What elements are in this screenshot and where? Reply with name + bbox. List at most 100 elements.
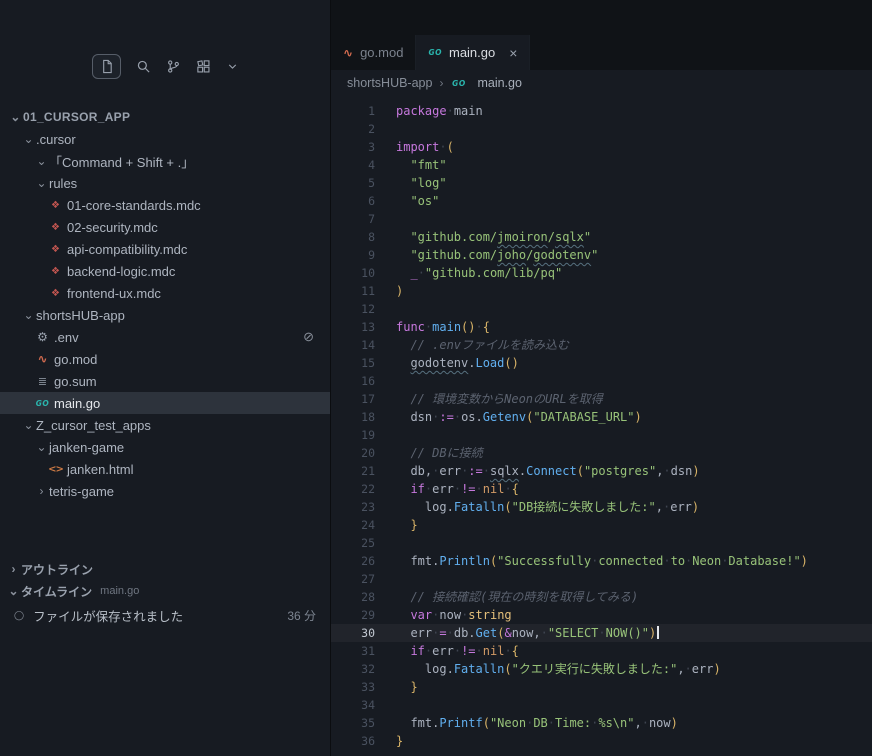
line-number: 36 <box>361 734 375 748</box>
code-line[interactable]: 6 "os" <box>331 192 872 210</box>
close-icon[interactable]: × <box>509 46 517 60</box>
code-line[interactable]: 21 db,·err·:=·sqlx.Connect("postgres",·d… <box>331 462 872 480</box>
code-line[interactable]: 4 "fmt" <box>331 156 872 174</box>
tree-item-main-go[interactable]: GO main.go <box>0 392 330 414</box>
breadcrumb-file[interactable]: main.go <box>477 76 521 90</box>
code-line[interactable]: 18 dsn·:=·os.Getenv("DATABASE_URL") <box>331 408 872 426</box>
code-line[interactable]: 29 var·now·string <box>331 606 872 624</box>
tree-item-01-core-standards-mdc[interactable]: ❖ 01-core-standards.mdc <box>0 194 330 216</box>
chevron-down-icon[interactable]: ⌄ <box>8 111 23 123</box>
line-number: 25 <box>361 536 375 550</box>
code-line[interactable]: 12 <box>331 300 872 318</box>
code-line[interactable]: 36} <box>331 732 872 750</box>
tree-item-shortshub-app[interactable]: ⌄ shortsHUB-app <box>0 304 330 326</box>
code-token: · <box>482 464 490 478</box>
tree-item-tetris-game[interactable]: › tetris-game <box>0 480 330 502</box>
code-line[interactable]: 34 <box>331 696 872 714</box>
code-line[interactable]: 28 // 接続確認(現在の時刻を取得してみる) <box>331 588 872 606</box>
tree-item-env[interactable]: ⚙ .env ⊘ <box>0 326 330 348</box>
code-line[interactable]: 33 } <box>331 678 872 696</box>
chevron-right-icon[interactable]: › <box>34 485 49 497</box>
tree-item-cursor[interactable]: ⌄ .cursor <box>0 128 330 150</box>
code-token: ) <box>670 716 678 730</box>
tree-item-janken-game[interactable]: ⌄ janken-game <box>0 436 330 458</box>
code-line[interactable]: 27 <box>331 570 872 588</box>
tab-main-go[interactable]: GO main.go × <box>416 35 531 70</box>
tree-item-rules[interactable]: ⌄ rules <box>0 172 330 194</box>
line-number: 5 <box>368 176 375 190</box>
code-token: NOW()" <box>605 626 649 640</box>
code-line[interactable]: 10 _·"github.com/lib/pq" <box>331 264 872 282</box>
code-line[interactable]: 22 if·err·!=·nil·{ <box>331 480 872 498</box>
code-token: "github.com/ <box>410 248 498 262</box>
code-line[interactable]: 32 log.Fatalln("クエリ実行に失敗しました:",·err) <box>331 660 872 678</box>
timeline-item[interactable]: ◯ ファイルが保存されました 36 分 <box>0 602 330 628</box>
code-line[interactable]: 3 import·( <box>331 138 872 156</box>
timeline-context: main.go <box>100 585 140 597</box>
source-control-icon[interactable] <box>166 59 181 74</box>
chevron-down-icon[interactable]: ⌄ <box>21 309 36 321</box>
outline-section-header[interactable]: › アウトライン <box>0 558 330 580</box>
tree-item-z-cursor-test-apps[interactable]: ⌄ Z_cursor_test_apps <box>0 414 330 436</box>
extensions-icon[interactable] <box>196 59 211 74</box>
chevron-down-icon[interactable]: ⌄ <box>21 133 36 145</box>
line-number: 19 <box>361 428 375 442</box>
code-line[interactable]: 20 // DBに接続 <box>331 444 872 462</box>
code-line[interactable]: 26 fmt.Println("Successfully·connected·t… <box>331 552 872 570</box>
code-line[interactable]: 1 package·main <box>331 102 872 120</box>
code-token: " <box>583 230 592 244</box>
breadcrumb[interactable]: shortsHUB-app › GO main.go <box>331 70 872 96</box>
tree-item-backend-logic-mdc[interactable]: ❖ backend-logic.mdc <box>0 260 330 282</box>
code-line[interactable]: 2 <box>331 120 872 138</box>
chevron-down-icon[interactable]: ⌄ <box>34 441 49 453</box>
chevron-down-icon[interactable] <box>226 60 239 73</box>
code-line[interactable]: 7 <box>331 210 872 228</box>
code-line[interactable]: 25 <box>331 534 872 552</box>
chevron-down-icon[interactable]: ⌄ <box>34 177 49 189</box>
code-line[interactable]: 16 <box>331 372 872 390</box>
line-number: 7 <box>368 212 375 226</box>
line-number: 23 <box>361 500 375 514</box>
explorer-icon[interactable] <box>91 53 121 79</box>
code-token: db. <box>453 626 476 640</box>
chevron-down-icon[interactable]: ⌄ <box>34 155 49 167</box>
code-line[interactable]: 17 // 環境変数からNeonのURLを取得 <box>331 390 872 408</box>
line-number: 27 <box>361 572 375 586</box>
breadcrumb-project[interactable]: shortsHUB-app <box>347 76 432 90</box>
code-token: Get <box>475 626 498 640</box>
code-line[interactable]: 19 <box>331 426 872 444</box>
timeline-section-header[interactable]: ⌄ タイムライン main.go <box>0 580 330 602</box>
tree-item-go-mod[interactable]: ∿ go.mod <box>0 348 330 370</box>
code-line[interactable]: 23 log.Fatalln("DB接続に失敗しました:",·err) <box>331 498 872 516</box>
code-line[interactable]: 14 // .envファイルを読み込む <box>331 336 872 354</box>
code-token: · <box>663 554 671 568</box>
search-icon[interactable] <box>136 59 151 74</box>
code-token: "Successfully <box>497 554 592 568</box>
tree-item-go-sum[interactable]: ≣ go.sum <box>0 370 330 392</box>
code-line[interactable]: 11) <box>331 282 872 300</box>
code-token: Neon <box>692 554 722 568</box>
mdc-icon: ❖ <box>51 287 60 299</box>
code-line[interactable]: 8 "github.com/jmoiron/sqlx" <box>331 228 872 246</box>
code-token: · <box>475 320 483 334</box>
tree-item-api-compatibility-mdc[interactable]: ❖ api-compatibility.mdc <box>0 238 330 260</box>
code-line[interactable]: 13 func·main()·{ <box>331 318 872 336</box>
code-line[interactable]: 24 } <box>331 516 872 534</box>
tree-item-02-security-mdc[interactable]: ❖ 02-security.mdc <box>0 216 330 238</box>
tree-item-janken-html[interactable]: <> janken.html <box>0 458 330 480</box>
code-line[interactable]: 9 "github.com/joho/godotenv" <box>331 246 872 264</box>
code-line[interactable]: 5 "log" <box>331 174 872 192</box>
code-editor[interactable]: 1 package·main 2 3 import·(4 "fmt" 5 "log" 6 "… <box>331 96 872 756</box>
tree-item-01-cursor-app[interactable]: ⌄ 01_CURSOR_APP <box>0 106 330 128</box>
code-line[interactable]: 31 if·err·!=·nil·{ <box>331 642 872 660</box>
code-line[interactable]: 35 fmt.Printf("Neon·DB·Time:·%s\n",·now) <box>331 714 872 732</box>
chevron-down-icon[interactable]: ⌄ <box>21 419 36 431</box>
tab-go-mod[interactable]: ∿ go.mod <box>331 35 417 70</box>
tree-item-command-shift[interactable]: ⌄ 「Command + Shift + .」 <box>0 150 330 172</box>
tree-item-frontend-ux-mdc[interactable]: ❖ frontend-ux.mdc <box>0 282 330 304</box>
code-line[interactable]: 15 godotenv.Load() <box>331 354 872 372</box>
code-token: ( <box>504 500 512 514</box>
code-line[interactable]: 30 err·=·db.Get(&now,·"SELECT·NOW()") <box>331 624 872 642</box>
